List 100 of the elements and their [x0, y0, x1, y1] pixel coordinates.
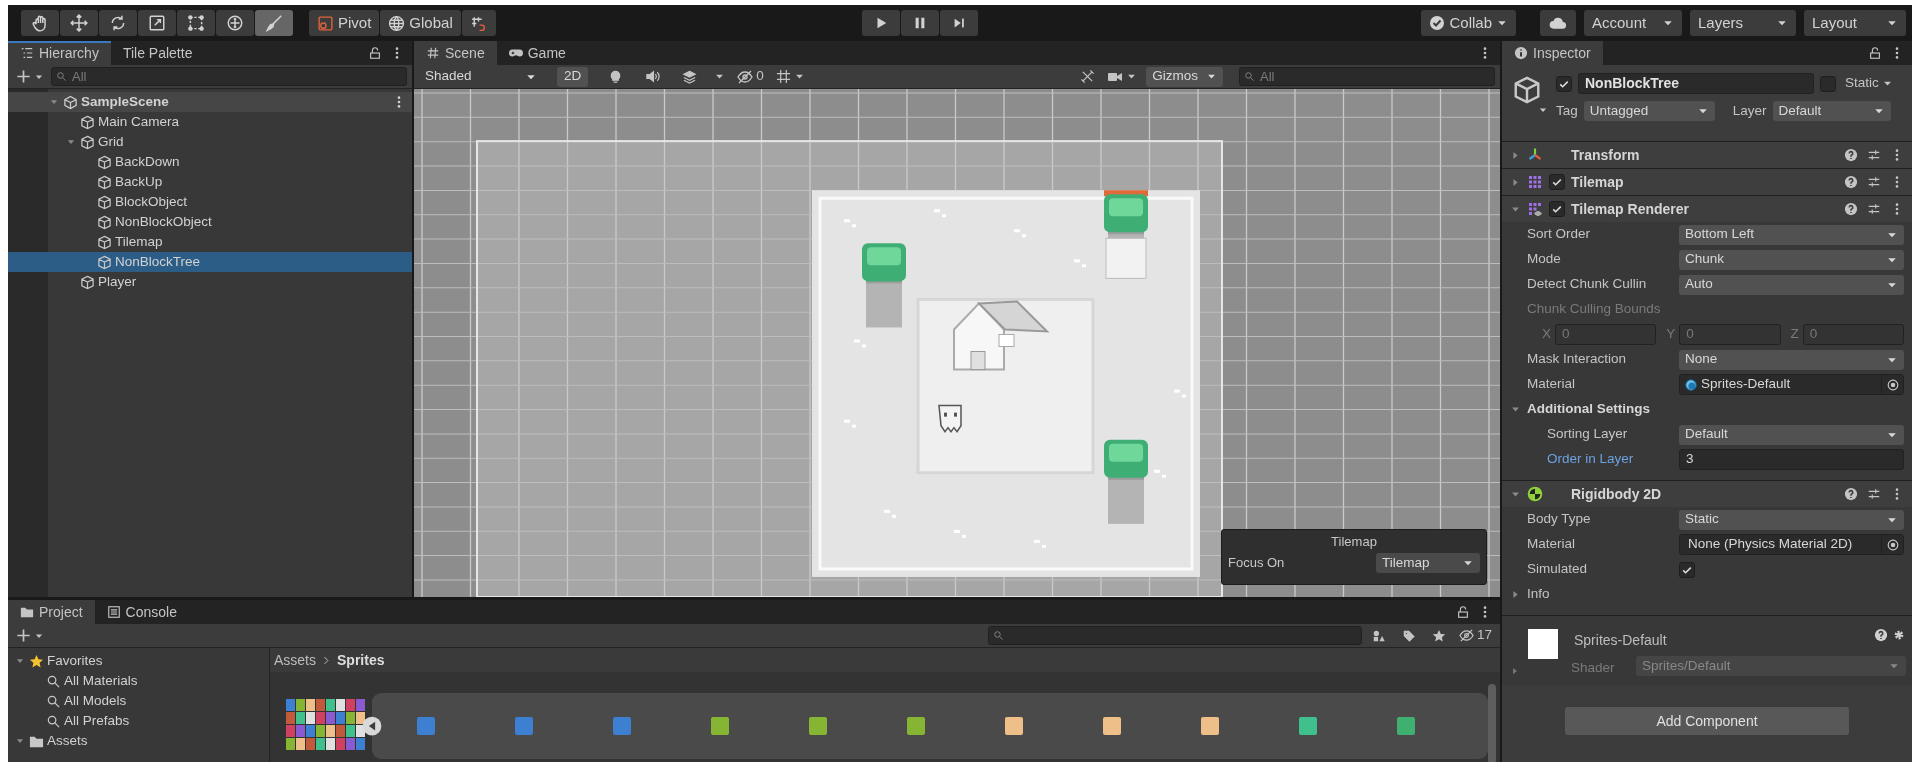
property-label: Sorting Layer [1547, 426, 1629, 443]
step-button[interactable] [939, 10, 978, 36]
tag-dropdown[interactable]: Untagged [1583, 101, 1715, 121]
pause-button[interactable] [900, 10, 939, 36]
active-checkbox[interactable] [1556, 75, 1572, 92]
dropdown[interactable]: Auto [1679, 274, 1904, 295]
tree-item[interactable]: NonBlockObject [8, 212, 412, 232]
layers-dropdown[interactable]: Layers [1690, 10, 1796, 36]
tool-button[interactable] [21, 10, 59, 36]
mode-2d-button[interactable]: 2D [557, 66, 589, 87]
property-label: Detect Chunk Cullin [1527, 276, 1648, 293]
layer-dropdown[interactable]: Default [1772, 101, 1891, 121]
add-component-button[interactable]: Add Component [1565, 707, 1849, 735]
breadcrumb-link[interactable]: Assets [274, 651, 316, 669]
panel-tab[interactable]: Hierarchy [8, 41, 111, 65]
tool-button[interactable] [177, 10, 215, 36]
number-field[interactable]: 3 [1679, 449, 1904, 470]
object-picker-button[interactable] [1881, 375, 1903, 394]
tree-item[interactable]: Grid [8, 132, 412, 152]
tool-button[interactable] [60, 10, 98, 36]
eye-slash-icon [737, 68, 754, 85]
account-dropdown[interactable]: Account [1584, 10, 1682, 36]
layout-dropdown[interactable]: Layout [1804, 10, 1906, 36]
tree-item[interactable]: Assets [8, 731, 269, 751]
search-field[interactable]: All [1239, 67, 1495, 86]
tool-button[interactable] [216, 10, 254, 36]
pivot-button[interactable]: Pivot [309, 10, 380, 36]
breadcrumb-link[interactable]: Sprites [337, 651, 385, 669]
shapes-icon [1371, 628, 1386, 643]
dropdown[interactable]: Bottom Left [1679, 224, 1904, 245]
tree-item[interactable]: Main Camera [8, 112, 412, 132]
property-label: Body Type [1527, 511, 1592, 528]
axis-label: Y [1666, 326, 1676, 343]
dropdown[interactable]: None [1679, 349, 1904, 370]
name-field[interactable]: NonBlockTree [1578, 73, 1814, 94]
panel-tab[interactable]: Console [94, 600, 189, 624]
folder-icon [20, 605, 34, 619]
foldout-label[interactable]: Additional Settings [1527, 401, 1650, 418]
tree-item[interactable]: All Materials [8, 671, 269, 691]
property-label: Sort Order [1527, 226, 1592, 243]
panel-tab[interactable]: Tile Palette [110, 41, 205, 65]
gizmos-dropdown[interactable]: Gizmos [1146, 66, 1223, 87]
axis-label: Z [1790, 326, 1799, 343]
lock-icon [1868, 46, 1882, 60]
rotate-icon [109, 14, 127, 32]
info-icon [1514, 46, 1528, 60]
tree-item[interactable]: BlockObject [8, 192, 412, 212]
panel-tab[interactable]: Scene [414, 41, 497, 65]
sprite-thumbnail[interactable] [907, 717, 925, 735]
shading-dropdown[interactable]: Shaded [419, 66, 543, 87]
sprite-thumbnail[interactable] [1201, 717, 1219, 735]
sprite-thumbnail[interactable] [711, 717, 729, 735]
tool-button[interactable] [138, 10, 176, 36]
object-picker-button[interactable] [1881, 535, 1903, 554]
hidden-toggle[interactable]: 17 [1455, 625, 1495, 646]
object-field[interactable]: Sprites-Default [1679, 374, 1904, 395]
tree-item[interactable]: All Prefabs [8, 711, 269, 731]
enabled-checkbox[interactable] [1549, 174, 1565, 190]
target-icon [1885, 377, 1900, 392]
panel-tab[interactable]: Game [496, 41, 578, 65]
foldout-label[interactable]: Info [1527, 586, 1550, 603]
tree-item[interactable]: BackDown [8, 152, 412, 172]
search-icon [46, 713, 61, 729]
tree-item[interactable]: SampleScene [8, 92, 412, 112]
tree-item[interactable]: NonBlockTree [8, 252, 412, 272]
search-field[interactable] [987, 626, 1362, 645]
tree-item[interactable]: Favorites [8, 651, 269, 671]
tool-button[interactable] [255, 10, 293, 36]
collab-button[interactable]: Collab [1421, 10, 1516, 36]
dropdown[interactable]: Static [1679, 509, 1904, 530]
tree-item[interactable]: All Models [8, 691, 269, 711]
snap-button[interactable] [461, 10, 496, 36]
dropdown[interactable]: Chunk [1679, 249, 1904, 270]
cloud-button[interactable] [1540, 10, 1576, 36]
tree-item[interactable]: Player [8, 272, 412, 292]
hidden-toggle[interactable]: 0 [734, 66, 767, 87]
sprite-thumbnail[interactable] [1299, 717, 1317, 735]
sprite-thumbnail[interactable] [417, 717, 435, 735]
play-button[interactable] [861, 10, 900, 36]
sprite-thumbnail[interactable] [1397, 717, 1415, 735]
checkbox[interactable] [1679, 561, 1695, 578]
global-button[interactable]: Global [380, 10, 461, 36]
sprite-thumbnail[interactable] [515, 717, 533, 735]
tree-item[interactable]: Tilemap [8, 232, 412, 252]
object-field[interactable]: None (Physics Material 2D) [1679, 534, 1904, 555]
tree-item[interactable]: BackUp [8, 172, 412, 192]
focus-dropdown[interactable]: Tilemap [1376, 552, 1480, 573]
sprite-thumbnail[interactable] [613, 717, 631, 735]
enabled-checkbox[interactable] [1549, 201, 1565, 217]
search-field[interactable]: All [51, 67, 407, 86]
panel-tab[interactable]: Inspector [1502, 41, 1603, 65]
sprite-thumbnail[interactable] [1103, 717, 1121, 735]
dropdown[interactable]: Default [1679, 424, 1904, 445]
static-checkbox[interactable] [1820, 75, 1836, 92]
panel-tab[interactable]: Project [8, 600, 95, 624]
sprite-thumbnail[interactable] [1005, 717, 1023, 735]
static-dropdown[interactable]: Static [1842, 73, 1896, 94]
tool-button[interactable] [99, 10, 137, 36]
sprite-thumbnail[interactable] [809, 717, 827, 735]
scrollbar[interactable] [1488, 684, 1496, 762]
